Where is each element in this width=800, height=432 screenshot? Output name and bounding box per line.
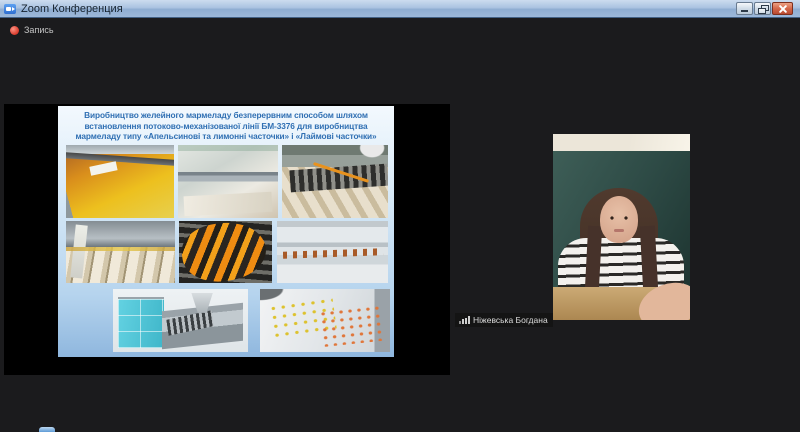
ceiling-strip: [553, 134, 690, 151]
taskbar-app-icon-peek[interactable]: [39, 427, 55, 432]
slide-photo-striped-drum: [179, 221, 272, 283]
slide-title-line: Виробництво желейного мармеладу безперер…: [84, 110, 368, 120]
recording-indicator: Запись: [10, 25, 54, 35]
participant-video-tile[interactable]: [553, 134, 690, 320]
slide-photo-slices-on-belt: [260, 289, 390, 352]
photo-detail: [318, 303, 384, 347]
participant-face: [600, 196, 638, 243]
slide-photo-roller-conveyor: [66, 221, 175, 283]
recording-dot-icon: [10, 25, 19, 35]
window-titlebar: Zoom Конференция: [0, 0, 800, 18]
restore-button[interactable]: [754, 2, 771, 15]
zoom-app-icon: [4, 3, 16, 14]
slide-title-line: мармеладу типу «Апельсинові та лимонні ч…: [75, 131, 377, 141]
slide-photo-pieces-line: [277, 221, 388, 283]
window-title: Zoom Конференция: [21, 2, 123, 15]
presentation-slide: Виробництво желейного мармеладу безперер…: [58, 106, 394, 357]
slide-photo-cutting-machine: [282, 145, 388, 218]
screen-share-area: Виробництво желейного мармеладу безперер…: [4, 104, 450, 375]
minimize-button[interactable]: [736, 2, 753, 15]
slide-photo-casting-tray: [66, 145, 174, 218]
participant-name-label: Ніжевська Богдана: [455, 313, 553, 327]
close-button[interactable]: [772, 2, 793, 15]
slide-photo-forming-conveyor: [178, 145, 278, 218]
signal-bars-icon: [459, 316, 470, 324]
slide-title-line: встановлення потоково-механізованої ліні…: [84, 120, 368, 131]
slide-photo-cabinet-machine: [113, 289, 248, 352]
participant-name: Ніжевська Богдана: [473, 315, 548, 325]
photo-detail: [166, 310, 214, 337]
slide-title: Виробництво желейного мармеладу безперер…: [64, 110, 388, 142]
window-controls: [735, 2, 793, 15]
recording-label: Запись: [24, 25, 54, 35]
